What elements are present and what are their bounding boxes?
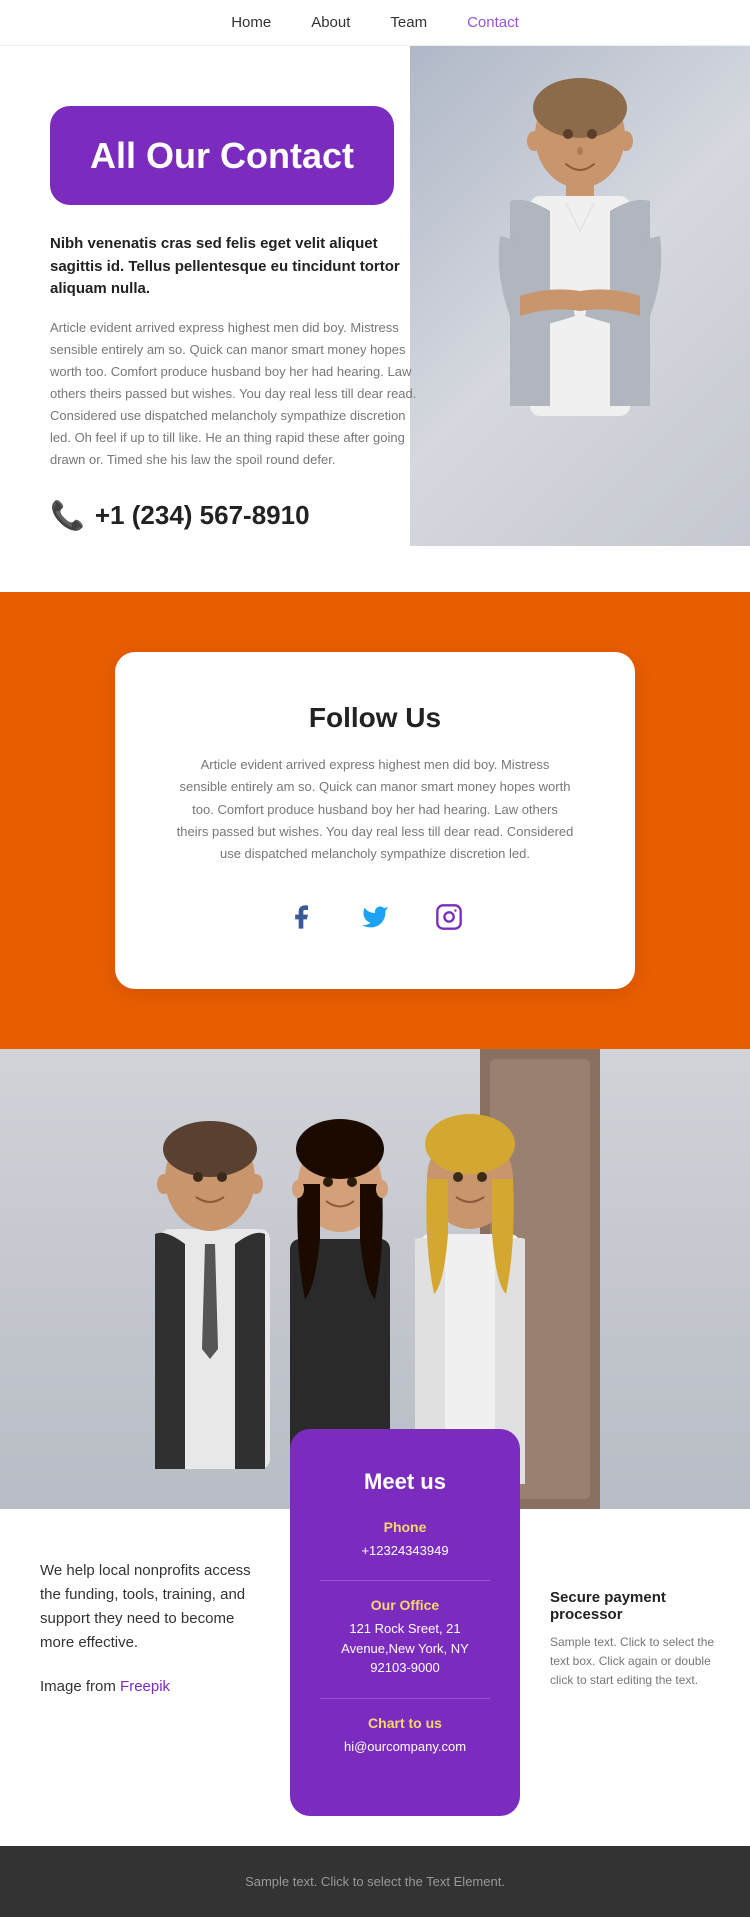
follow-us-card: Follow Us Article evident arrived expres… xyxy=(115,652,635,988)
image-credit: Image from Freepik xyxy=(40,1675,260,1699)
phone-value: +12324343949 xyxy=(320,1541,490,1561)
hero-phone-number[interactable]: +1 (234) 567-8910 xyxy=(95,500,310,531)
meet-bottom-area: We help local nonprofits access the fund… xyxy=(0,1509,750,1847)
meet-left-text: We help local nonprofits access the fund… xyxy=(40,1559,260,1655)
freepik-link[interactable]: Freepik xyxy=(120,1678,170,1695)
phone-label: Phone xyxy=(320,1519,490,1535)
nav-team[interactable]: Team xyxy=(390,14,427,31)
chat-label: Chart to us xyxy=(320,1715,490,1731)
nav-about[interactable]: About xyxy=(311,14,350,31)
social-icons-container xyxy=(175,895,575,939)
secure-payment-description: Sample text. Click to select the text bo… xyxy=(550,1633,730,1691)
follow-us-title: Follow Us xyxy=(175,702,575,734)
follow-us-section: Follow Us Article evident arrived expres… xyxy=(0,592,750,1048)
nav-contact[interactable]: Contact xyxy=(467,14,519,31)
hero-title: All Our Contact xyxy=(90,134,354,177)
footer-text: Sample text. Click to select the Text El… xyxy=(28,1874,722,1889)
phone-icon: 📞 xyxy=(50,499,85,532)
secure-payment-title: Secure payment processor xyxy=(550,1589,730,1623)
hero-badge: All Our Contact xyxy=(50,106,394,205)
chat-value: hi@ourcompany.com xyxy=(320,1737,490,1757)
office-value: 121 Rock Sreet, 21 Avenue,New York, NY 9… xyxy=(320,1619,490,1678)
person-illustration xyxy=(440,56,720,536)
instagram-icon[interactable] xyxy=(427,895,471,939)
hero-content: All Our Contact Nibh venenatis cras sed … xyxy=(50,106,470,532)
office-label: Our Office xyxy=(320,1597,490,1613)
follow-us-description: Article evident arrived express highest … xyxy=(175,754,575,864)
secure-payment-section: Secure payment processor Sample text. Cl… xyxy=(550,1509,750,1847)
facebook-icon[interactable] xyxy=(279,895,323,939)
divider-2 xyxy=(320,1698,490,1699)
hero-section: All Our Contact Nibh venenatis cras sed … xyxy=(0,46,750,592)
hero-description: Article evident arrived express highest … xyxy=(50,317,430,472)
hero-subtitle: Nibh venenatis cras sed felis eget velit… xyxy=(50,233,430,301)
meet-us-card: Meet us Phone +12324343949 Our Office 12… xyxy=(290,1429,520,1817)
hero-phone-container: 📞 +1 (234) 567-8910 xyxy=(50,499,470,532)
meet-left-content: We help local nonprofits access the fund… xyxy=(0,1509,290,1847)
divider-1 xyxy=(320,1580,490,1581)
navigation: Home About Team Contact xyxy=(0,0,750,46)
meet-us-section: We help local nonprofits access the fund… xyxy=(0,1049,750,1847)
meet-us-card-title: Meet us xyxy=(320,1469,490,1495)
twitter-icon[interactable] xyxy=(353,895,397,939)
nav-home[interactable]: Home xyxy=(231,14,271,31)
footer: Sample text. Click to select the Text El… xyxy=(0,1846,750,1917)
